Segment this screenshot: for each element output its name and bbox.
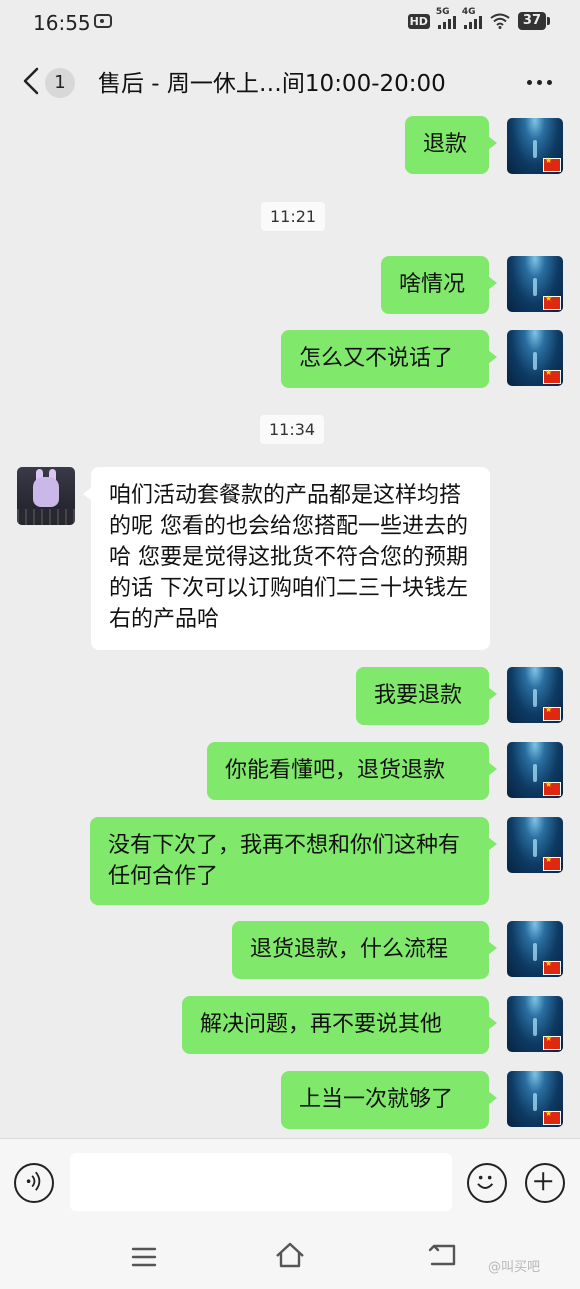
my-message-bubble[interactable]: 没有下次了，我再不想和你们这种有任何合作了 [90, 817, 497, 905]
watermark: @叫买吧 [488, 1260, 541, 1275]
timestamp: 11:21 [261, 202, 326, 231]
app-notification-icon [94, 14, 112, 28]
status-time: 16:55 [33, 11, 91, 35]
unread-count-badge[interactable]: 1 [45, 68, 75, 98]
china-flag-icon [543, 855, 561, 871]
more-options-icon[interactable] [527, 80, 552, 85]
net-4g-label: 4G [461, 7, 476, 17]
china-flag-icon [543, 368, 561, 384]
my-message-bubble[interactable]: 上当一次就够了 [281, 1071, 497, 1129]
my-avatar[interactable] [507, 996, 563, 1052]
home-icon[interactable] [274, 1240, 306, 1270]
message-list[interactable]: 退款 11:21 啥情况 怎么又不说话了 11:34 咱们活动套餐款的产品都是这… [0, 116, 580, 1138]
my-message-bubble[interactable]: 怎么又不说话了 [281, 330, 497, 388]
timestamp: 11:34 [260, 415, 325, 444]
china-flag-icon [543, 780, 561, 796]
voice-icon[interactable] [14, 1163, 54, 1203]
back-arrow-icon[interactable] [20, 66, 44, 96]
my-message-bubble[interactable]: 我要退款 [356, 667, 497, 725]
my-avatar[interactable] [507, 667, 563, 723]
china-flag-icon [543, 1109, 561, 1125]
my-avatar[interactable] [507, 817, 563, 873]
chat-header: 1 售后 - 周一休上…间10:00-20:00 [0, 46, 580, 116]
china-flag-icon [543, 1034, 561, 1050]
signal-4g-icon: 4G [462, 7, 482, 29]
signal-5g-icon: 5G [436, 7, 456, 29]
wifi-icon [490, 13, 510, 29]
message-input[interactable] [70, 1153, 452, 1211]
seller-message-bubble[interactable]: 咱们活动套餐款的产品都是这样均搭的呢 您看的也会给您搭配一些进去的哈 您要是觉得… [83, 467, 490, 650]
emoji-icon[interactable] [467, 1163, 507, 1203]
my-avatar[interactable] [507, 1071, 563, 1127]
my-avatar[interactable] [507, 330, 563, 386]
china-flag-icon [543, 959, 561, 975]
china-flag-icon [543, 294, 561, 310]
my-avatar[interactable] [507, 256, 563, 312]
battery-tip [547, 17, 550, 25]
my-message-bubble[interactable]: 解决问题，再不要说其他 [182, 996, 497, 1054]
nav-back-icon[interactable] [428, 1242, 458, 1268]
net-5g-label: 5G [435, 7, 450, 17]
plus-icon[interactable] [525, 1163, 565, 1203]
status-bar: 16:55 HD 5G 4G 37 [0, 0, 580, 46]
input-bar [0, 1138, 580, 1227]
china-flag-icon [543, 705, 561, 721]
seller-avatar[interactable] [17, 467, 75, 525]
my-message-bubble[interactable]: 退货退款，什么流程 [232, 921, 497, 979]
my-message-bubble[interactable]: 你能看懂吧，退货退款 [207, 742, 497, 800]
my-avatar[interactable] [507, 742, 563, 798]
menu-icon[interactable] [131, 1246, 157, 1268]
my-avatar[interactable] [507, 921, 563, 977]
my-message-bubble[interactable]: 啥情况 [381, 256, 497, 314]
my-message-bubble[interactable]: 退款 [405, 116, 497, 174]
chat-title: 售后 - 周一休上…间10:00-20:00 [98, 71, 446, 97]
hd-badge: HD [407, 13, 430, 29]
system-nav-bar: @叫买吧 [0, 1226, 580, 1289]
china-flag-icon [543, 156, 561, 172]
battery-icon: 37 [517, 12, 546, 30]
my-avatar[interactable] [507, 118, 563, 174]
